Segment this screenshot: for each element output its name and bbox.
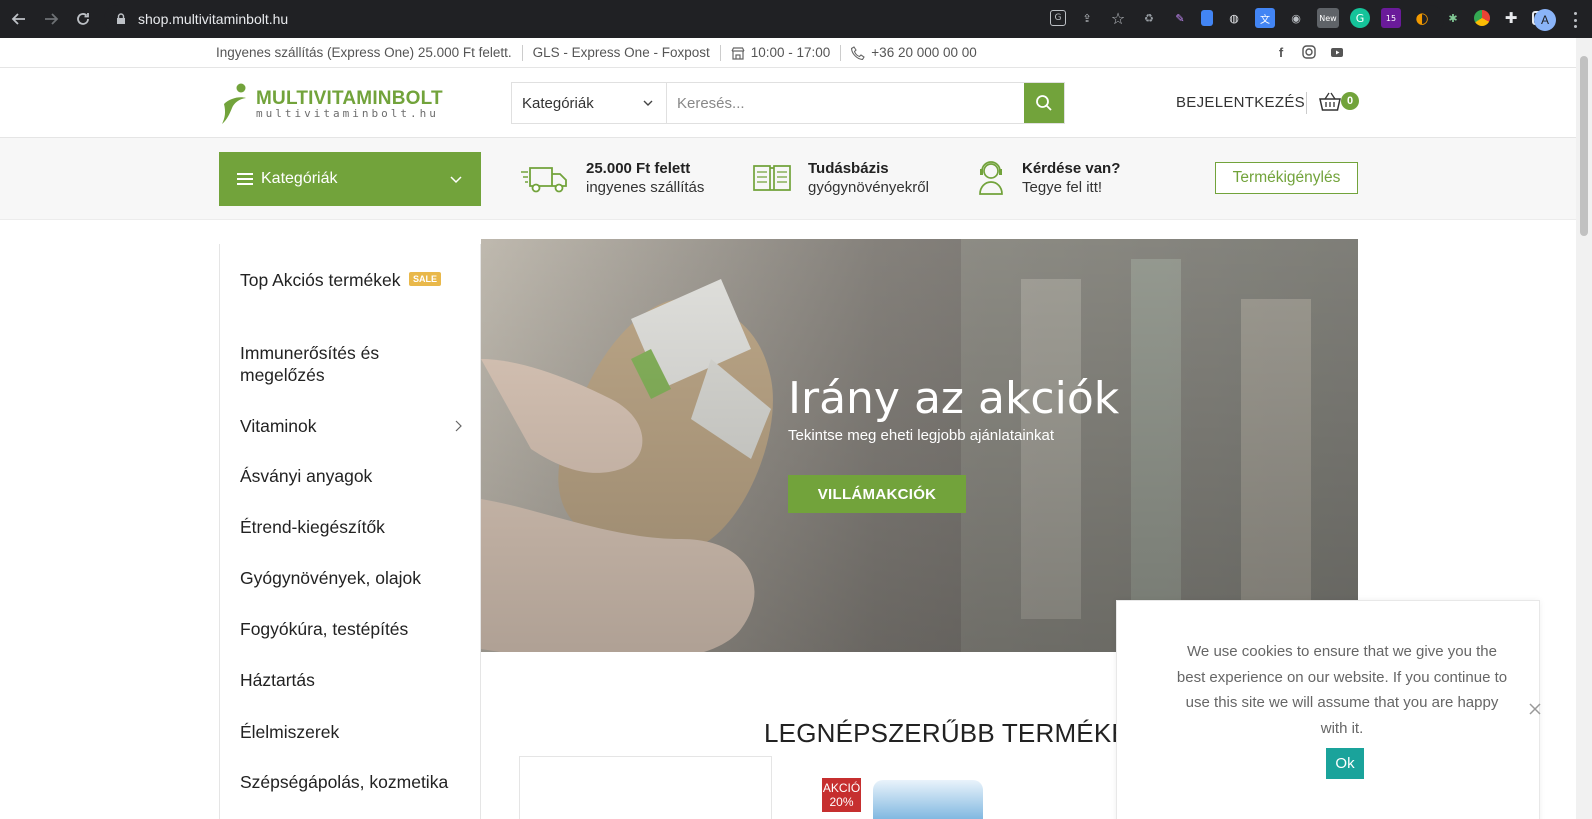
feature-subtitle: ingyenes szállítás	[586, 179, 705, 196]
grammarly-icon[interactable]: G	[1350, 8, 1370, 28]
sale-badge: SALE	[409, 272, 442, 286]
feature-strip: Kategóriák 25.000 Ft felett ingyenes szá…	[0, 138, 1576, 220]
cookie-ok-button[interactable]: Ok	[1326, 748, 1364, 779]
cart-icon[interactable]	[1318, 90, 1342, 114]
youtube-icon[interactable]	[1330, 44, 1344, 60]
phone-number[interactable]: +36 20 000 00 00	[871, 45, 976, 60]
opening-hours: 10:00 - 17:00	[750, 45, 831, 60]
browser-toolbar: shop.multivitaminbolt.hu G ⇪ ☆ ♻ ✎ ◍ 文 ◉…	[0, 0, 1592, 38]
category-item[interactable]: Háztartás	[240, 669, 460, 691]
hero-subtitle: Tekintse meg eheti legjobb ajánlatainkat	[788, 427, 1055, 444]
feather-extension-icon[interactable]: ✎	[1170, 8, 1190, 28]
feature-subtitle: gyógynövényekről	[808, 179, 929, 196]
web-page: Ingyenes szállítás (Express One) 25.000 …	[0, 38, 1576, 819]
category-item[interactable]: Élelmiszerek	[240, 721, 460, 743]
camera-extension-icon[interactable]: ◉	[1286, 8, 1306, 28]
browser-menu-icon[interactable]	[1574, 12, 1578, 28]
close-icon[interactable]	[1527, 701, 1543, 717]
category-item[interactable]: Gyógynövények, olajok	[240, 567, 460, 589]
docs-extension-icon[interactable]	[1201, 10, 1213, 26]
category-menu: Top Akciós termékek SALE Immunerősítés é…	[219, 244, 481, 819]
feature-title: 25.000 Ft felett	[586, 160, 691, 177]
cart-count-badge: 0	[1341, 92, 1359, 110]
book-icon	[753, 165, 791, 191]
recycle-extension-icon[interactable]: ♻	[1139, 8, 1159, 28]
categories-toggle-button[interactable]: Kategóriák	[219, 152, 481, 206]
site-logo[interactable]: MULTIVITAMINBOLT multivitaminbolt.hu	[216, 82, 443, 126]
section-title-popular: LEGNÉPSZERŰBB TERMÉKEK	[764, 718, 1147, 748]
hero-background-image	[481, 239, 1358, 652]
chevron-down-icon	[450, 176, 462, 184]
feature-ask-question[interactable]: Kérdése van? Tegye fel itt!	[976, 160, 1120, 196]
site-header: MULTIVITAMINBOLT multivitaminbolt.hu Kat…	[0, 68, 1576, 138]
instagram-icon[interactable]	[1302, 44, 1316, 60]
search-icon	[1036, 95, 1052, 111]
search-button[interactable]	[1024, 83, 1064, 123]
top-info-bar: Ingyenes szállítás (Express One) 25.000 …	[0, 38, 1576, 68]
scrollbar-thumb[interactable]	[1580, 56, 1588, 236]
hamburger-icon	[237, 173, 253, 185]
feature-title: Kérdése van?	[1022, 160, 1121, 177]
truck-icon	[521, 167, 567, 193]
reload-icon[interactable]	[70, 6, 96, 32]
chevron-right-icon	[455, 420, 462, 432]
category-item[interactable]: Vitaminok	[240, 415, 460, 437]
feature-subtitle: Tegye fel itt!	[1022, 179, 1103, 196]
back-icon[interactable]	[6, 6, 32, 32]
forward-icon[interactable]	[38, 6, 64, 32]
discount-badge: AKCIÓ 20%	[822, 778, 861, 812]
moon-extension-icon[interactable]: ◐	[1412, 8, 1432, 28]
feature-title: Tudásbázis	[808, 160, 889, 177]
product-request-button[interactable]: Termékigénylés	[1215, 162, 1358, 194]
lock-icon	[117, 13, 125, 24]
support-agent-icon	[979, 161, 1003, 195]
category-item[interactable]: Étrend-kiegészítők	[240, 516, 460, 538]
free-shipping-note: Ingyenes szállítás (Express One) 25.000 …	[216, 45, 512, 60]
categories-toggle-label: Kategóriák	[261, 170, 338, 187]
puzzle-extensions-icon[interactable]: ✚	[1501, 8, 1521, 28]
logo-domain: multivitaminbolt.hu	[256, 107, 439, 120]
chevron-down-icon	[643, 100, 653, 106]
extension-bar: G ⇪ ☆ ♻ ✎ ◍ 文 ◉ New G 15 ◐ ✱ ✚	[1050, 8, 1546, 28]
product-image[interactable]	[873, 780, 983, 819]
url-text: shop.multivitaminbolt.hu	[138, 11, 289, 27]
cookie-notice: We use cookies to ensure that we give yo…	[1116, 600, 1543, 819]
page-scrollbar[interactable]	[1576, 38, 1592, 819]
category-item[interactable]: Ásványi anyagok	[240, 465, 460, 487]
globe-extension-icon[interactable]: ◍	[1224, 8, 1244, 28]
chrome-extension-icon[interactable]	[1474, 10, 1490, 26]
logo-figure-icon	[222, 83, 246, 124]
category-item[interactable]: Immunerősítés és megelőzés	[240, 342, 460, 386]
category-item[interactable]: Szépségápolás, kozmetika	[240, 771, 460, 793]
social-links: f	[1274, 44, 1344, 60]
store-icon	[731, 46, 745, 60]
translate-extension-icon[interactable]: 文	[1255, 8, 1275, 28]
hero-title: Irány az akciók	[788, 373, 1120, 424]
flash-sale-button[interactable]: VILLÁMAKCIÓK	[788, 475, 966, 513]
new-extension-icon[interactable]: New	[1317, 8, 1339, 28]
profile-avatar[interactable]: A	[1534, 9, 1556, 31]
feature-knowledge-base[interactable]: Tudásbázis gyógynövényekről	[752, 160, 929, 196]
product-card[interactable]	[519, 756, 772, 819]
search-bar: Kategóriák	[511, 82, 1065, 124]
search-input[interactable]	[667, 83, 1024, 123]
feature-free-shipping: 25.000 Ft felett ingyenes szállítás	[520, 160, 704, 196]
login-link[interactable]: BEJELENTKEZÉS	[1176, 94, 1305, 111]
carriers-note: GLS - Express One - Foxpost	[532, 45, 710, 60]
paint-extension-icon[interactable]: ✱	[1443, 8, 1463, 28]
hero-banner[interactable]: Irány az akciók Tekintse meg eheti legjo…	[481, 239, 1358, 652]
share-icon[interactable]: ⇪	[1077, 8, 1097, 28]
category-item[interactable]: Fogyókúra, testépítés	[240, 618, 460, 640]
translate-icon[interactable]: G	[1050, 10, 1066, 26]
cookie-message: We use cookies to ensure that we give yo…	[1176, 643, 1508, 737]
facebook-icon[interactable]: f	[1274, 44, 1288, 60]
phone-icon	[851, 45, 866, 60]
search-category-select[interactable]: Kategóriák	[512, 83, 667, 123]
graduation-extension-icon[interactable]: 15	[1381, 8, 1401, 28]
bookmark-star-icon[interactable]: ☆	[1108, 8, 1128, 28]
